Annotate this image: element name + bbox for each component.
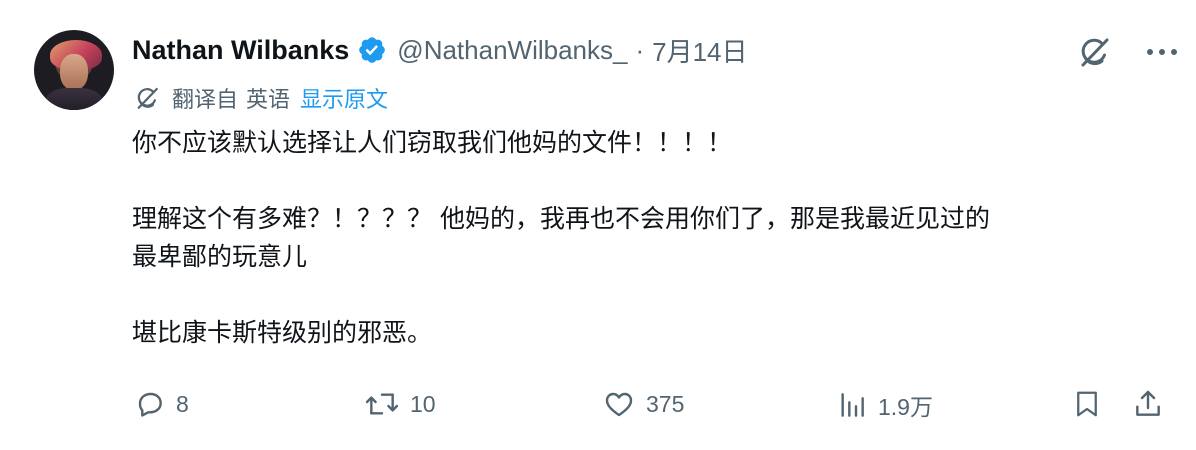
share-button[interactable] xyxy=(1132,388,1164,420)
action-bar: 8 10 375 1.9万 xyxy=(0,388,1196,428)
translated-language: 英语 xyxy=(246,88,291,113)
bookmark-button[interactable] xyxy=(1072,388,1102,420)
translated-from-label: 翻译自 xyxy=(172,88,239,113)
like-button[interactable]: 375 xyxy=(602,388,684,420)
repost-icon xyxy=(364,388,400,420)
reply-count: 8 xyxy=(176,390,189,417)
tweet-card[interactable]: Nathan Wilbanks @NathanWilbanks_ · 7月14日 xyxy=(0,0,1196,450)
show-original-link[interactable]: 显示原文 xyxy=(300,82,388,114)
top-right-icons xyxy=(1074,32,1182,72)
separator-dot: · xyxy=(635,34,645,65)
tweet-line: 最卑鄙的玩意儿 xyxy=(132,242,308,271)
tweet-text: 你不应该默认选择让人们窃取我们他妈的文件！！！！ 理解这个有多难？！？？？ 他妈… xyxy=(132,124,1152,352)
reply-button[interactable]: 8 xyxy=(134,388,189,420)
translation-row: 翻译自 英语 显示原文 xyxy=(132,80,388,116)
verified-badge-icon[interactable] xyxy=(357,35,387,65)
tweet-header: Nathan Wilbanks @NathanWilbanks_ · 7月14日 xyxy=(132,30,748,70)
avatar-body xyxy=(46,88,102,110)
avatar-face xyxy=(60,54,88,90)
grok-icon[interactable] xyxy=(1074,32,1114,72)
tweet-paragraph: 堪比康卡斯特级别的邪恶。 xyxy=(132,318,433,347)
author-handle[interactable]: @NathanWilbanks_ xyxy=(397,35,627,66)
share-icon xyxy=(1132,388,1164,420)
tweet-line: 理解这个有多难？！？？？ 他妈的，我再也不会用你们了，那是我最近见过的 xyxy=(132,204,990,233)
repost-button[interactable]: 10 xyxy=(364,388,436,420)
reply-icon xyxy=(134,388,166,420)
more-options-icon[interactable] xyxy=(1142,32,1182,72)
views-button[interactable]: 1.9万 xyxy=(836,388,933,422)
tweet-date[interactable]: 7月14日 xyxy=(652,32,747,69)
views-count: 1.9万 xyxy=(878,394,933,420)
tweet-paragraph: 你不应该默认选择让人们窃取我们他妈的文件！！！！ xyxy=(132,128,733,157)
author-name[interactable]: Nathan Wilbanks xyxy=(132,35,349,66)
repost-count: 10 xyxy=(410,390,436,417)
tweet-paragraph: 理解这个有多难？！？？？ 他妈的，我再也不会用你们了，那是我最近见过的 最卑鄙的… xyxy=(132,200,1152,276)
translate-icon xyxy=(132,83,162,113)
views-icon xyxy=(836,389,868,421)
like-count: 375 xyxy=(646,390,685,417)
bookmark-icon xyxy=(1072,388,1102,420)
like-icon xyxy=(602,388,636,420)
avatar[interactable] xyxy=(34,30,114,110)
